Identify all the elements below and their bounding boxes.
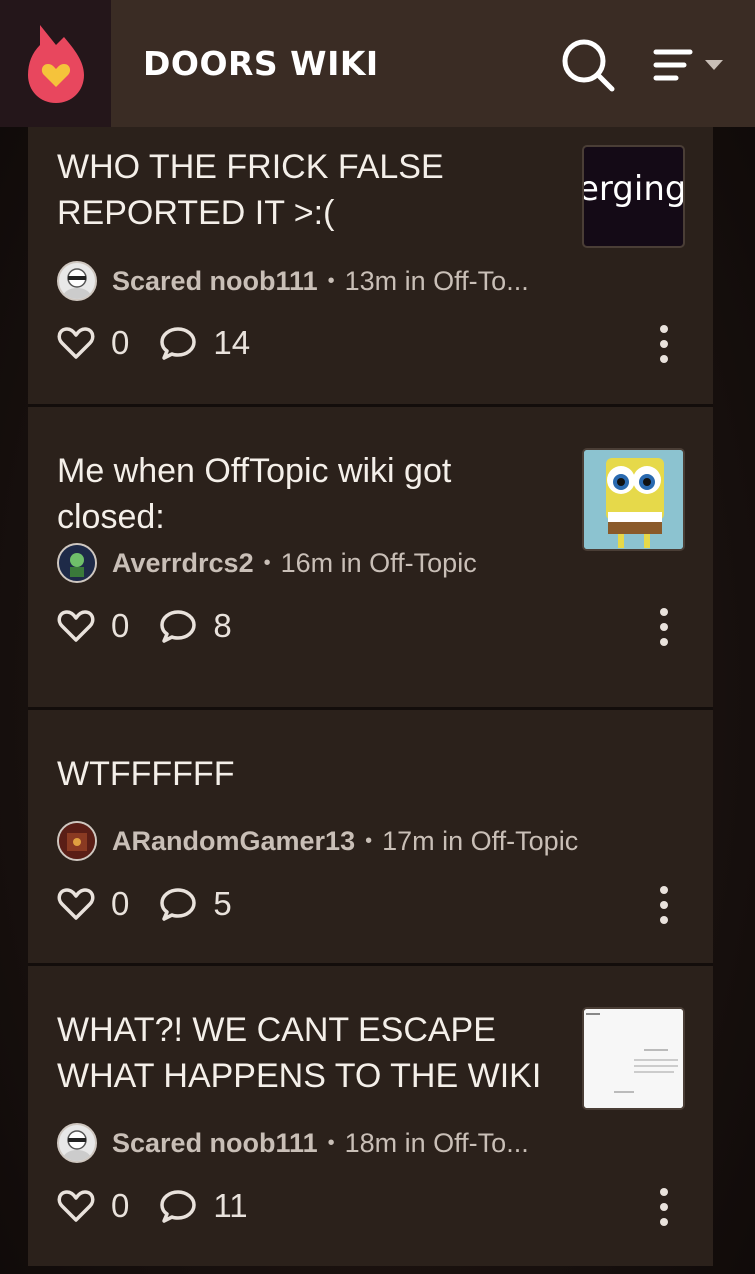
- comment-count: 8: [213, 607, 232, 644]
- avatar[interactable]: [57, 1123, 97, 1163]
- more-options-button[interactable]: [646, 602, 682, 652]
- post-actions: 0 8: [57, 604, 262, 648]
- author-name[interactable]: ARandomGamer13: [112, 826, 355, 857]
- like-count: 0: [111, 324, 130, 361]
- heart-icon[interactable]: [57, 607, 95, 645]
- post-card[interactable]: Me when OffTopic wiki got closed: Averrd…: [28, 407, 713, 710]
- post-time-category: 18m in Off-To...: [344, 1127, 529, 1158]
- comment-count: 11: [213, 1187, 248, 1224]
- fandom-flame-heart-icon: [27, 24, 84, 103]
- avatar[interactable]: [57, 821, 97, 861]
- thumbnail-text: erging: [582, 169, 685, 209]
- post-card[interactable]: WTFFFFFF ARandomGamer13 • 17m in Off-Top…: [28, 710, 713, 966]
- author-name[interactable]: Scared noob111: [112, 1128, 318, 1159]
- post-thumbnail[interactable]: erging: [582, 145, 685, 248]
- comment-count: 14: [213, 324, 251, 361]
- post-time-category: 17m in Off-Topic: [382, 825, 579, 856]
- avatar[interactable]: [57, 261, 97, 301]
- top-nav-bar: DOORS WIKI: [0, 0, 755, 127]
- meta-separator: •: [365, 829, 373, 852]
- comment-icon[interactable]: [159, 324, 197, 362]
- post-title[interactable]: WHAT?! WE CANT ESCAPE WHAT HAPPENS TO TH…: [57, 1007, 557, 1099]
- more-options-button[interactable]: [646, 880, 682, 930]
- like-count: 0: [111, 1187, 130, 1224]
- heart-icon[interactable]: [57, 885, 95, 923]
- post-time-category: 13m in Off-To...: [344, 265, 529, 296]
- post-time-category: 16m in Off-Topic: [280, 547, 477, 578]
- heart-icon[interactable]: [57, 1187, 95, 1225]
- heart-icon[interactable]: [57, 324, 95, 362]
- post-actions: 0 11: [57, 1184, 278, 1228]
- spongebob-image-icon: [584, 450, 683, 549]
- post-actions: 0 5: [57, 882, 262, 926]
- comment-icon[interactable]: [159, 885, 197, 923]
- post-title[interactable]: WTFFFFFF: [57, 751, 557, 797]
- post-meta: Averrdrcs2 • 16m in Off-Topic: [57, 543, 477, 583]
- author-name[interactable]: Averrdrcs2: [112, 548, 254, 579]
- comment-count: 5: [213, 885, 232, 922]
- menu-button[interactable]: [650, 40, 730, 90]
- author-name[interactable]: Scared noob111: [112, 266, 318, 297]
- discussion-feed: WHO THE FRICK FALSE REPORTED IT >:( ergi…: [28, 127, 713, 1266]
- meta-separator: •: [263, 551, 271, 574]
- post-thumbnail[interactable]: [582, 448, 685, 551]
- avatar[interactable]: [57, 543, 97, 583]
- like-count: 0: [111, 885, 130, 922]
- like-count: 0: [111, 607, 130, 644]
- fandom-logo[interactable]: [0, 0, 111, 127]
- post-meta: ARandomGamer13 • 17m in Off-Topic: [57, 821, 578, 861]
- meta-separator: •: [327, 269, 335, 292]
- search-icon: [562, 39, 615, 92]
- wiki-title[interactable]: DOORS WIKI: [143, 44, 379, 83]
- search-button[interactable]: [558, 35, 618, 95]
- post-title[interactable]: WHO THE FRICK FALSE REPORTED IT >:(: [57, 144, 557, 236]
- post-card[interactable]: WHO THE FRICK FALSE REPORTED IT >:( ergi…: [28, 127, 713, 407]
- post-card[interactable]: WHAT?! WE CANT ESCAPE WHAT HAPPENS TO TH…: [28, 966, 713, 1266]
- post-thumbnail[interactable]: [582, 1007, 685, 1110]
- more-options-button[interactable]: [646, 1182, 682, 1232]
- post-meta: Scared noob111 • 18m in Off-To...: [57, 1123, 529, 1163]
- comment-icon[interactable]: [159, 607, 197, 645]
- comment-icon[interactable]: [159, 1187, 197, 1225]
- post-title[interactable]: Me when OffTopic wiki got closed:: [57, 448, 557, 540]
- more-options-button[interactable]: [646, 319, 682, 369]
- document-screenshot-icon: [584, 1009, 683, 1108]
- post-meta: Scared noob111 • 13m in Off-To...: [57, 261, 529, 301]
- meta-separator: •: [327, 1131, 335, 1154]
- post-actions: 0 14: [57, 321, 280, 365]
- menu-lines-dropdown-icon: [653, 49, 723, 81]
